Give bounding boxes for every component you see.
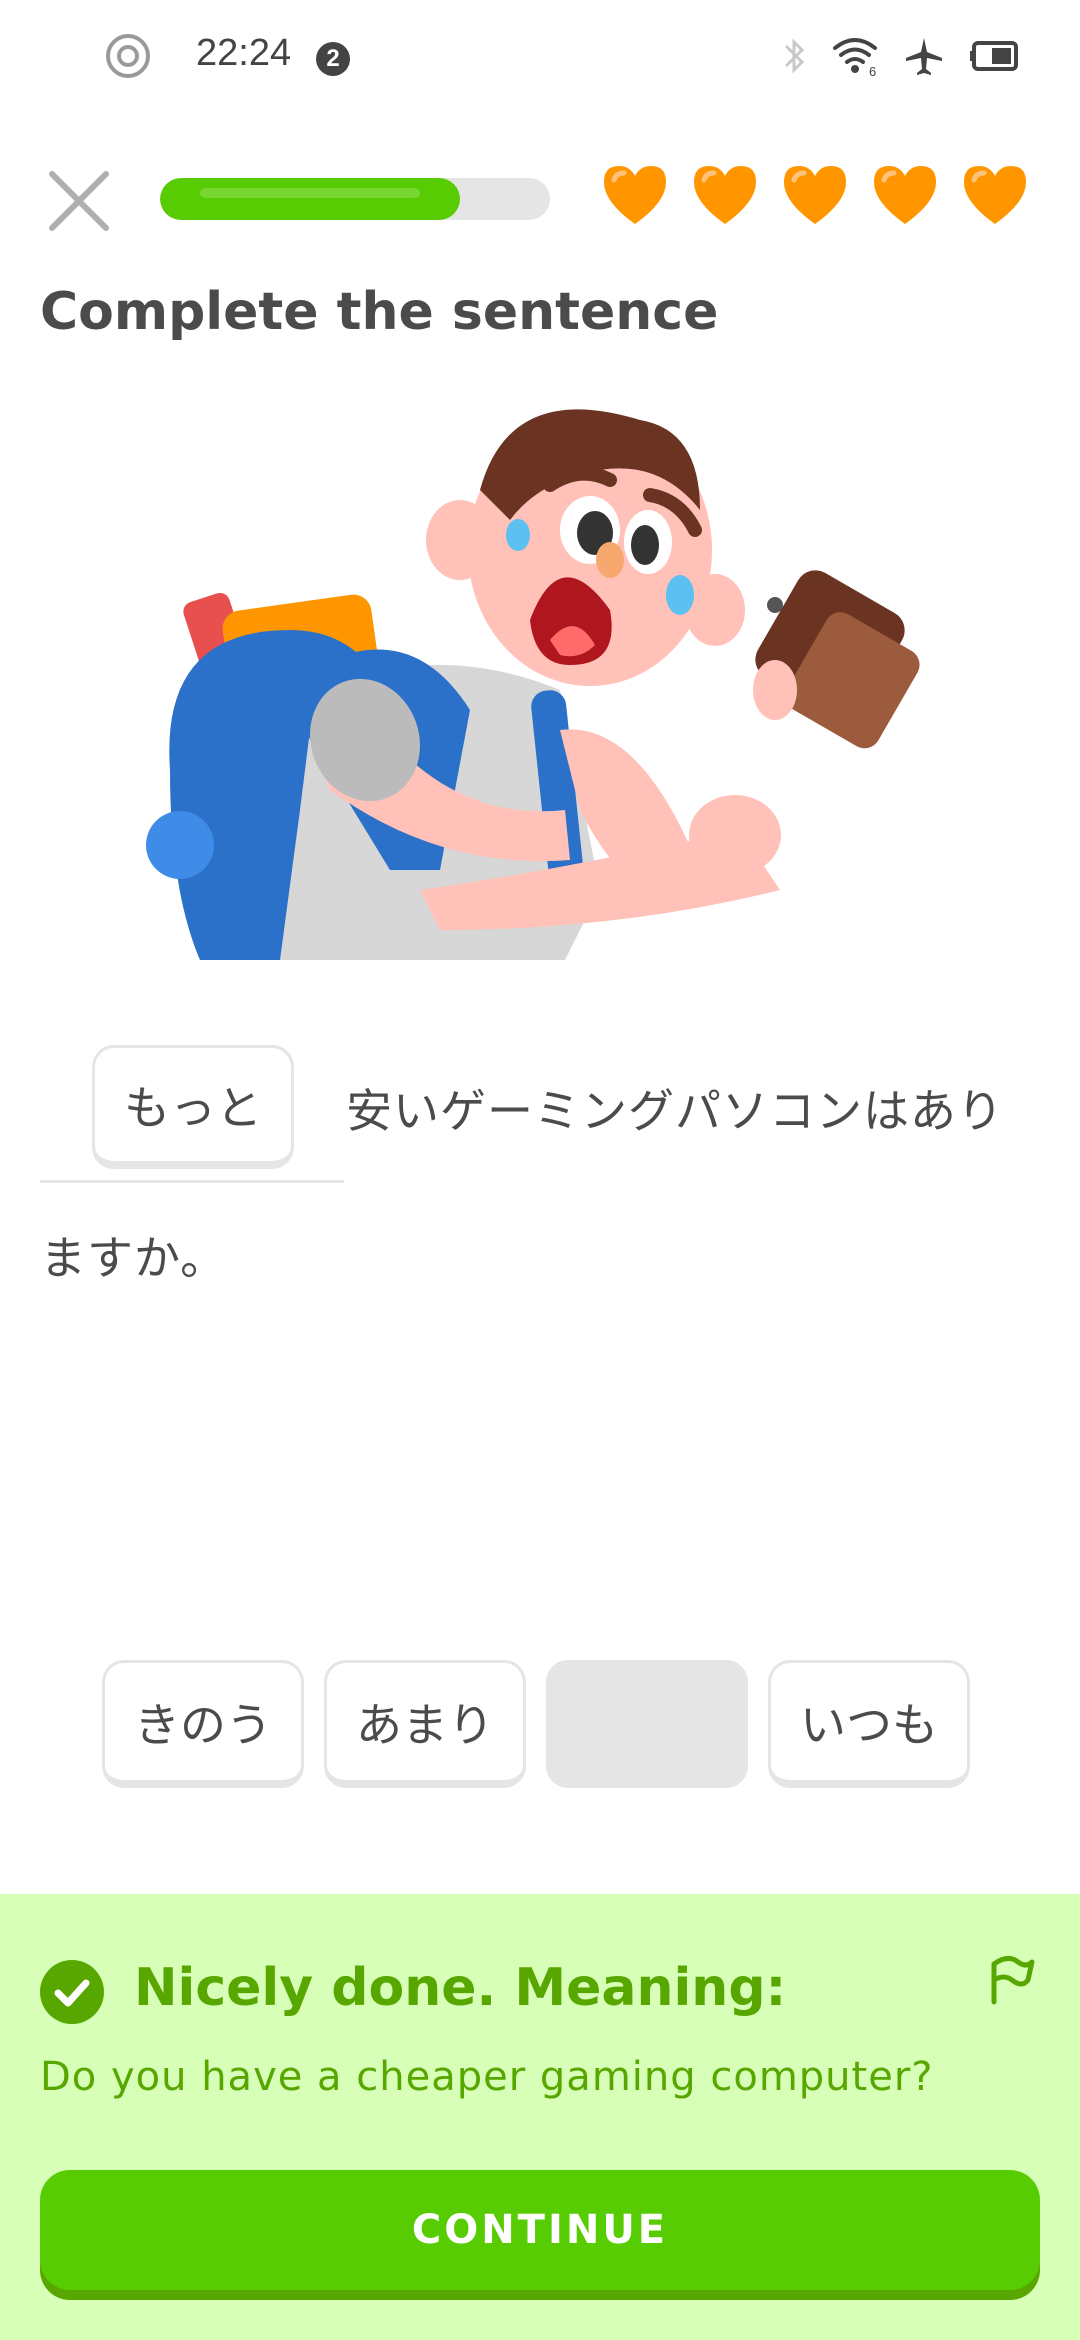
battery-icon xyxy=(970,41,1018,71)
status-icons: 6 xyxy=(782,36,1020,76)
page-title: Complete the sentence xyxy=(40,282,719,342)
hearts xyxy=(600,164,1030,226)
word-chip[interactable]: きのう xyxy=(102,1660,304,1788)
crying-student-illustration xyxy=(146,409,920,960)
status-bar: 22:24 2 6 xyxy=(0,0,1080,120)
word-bank: きのう あまり いつも xyxy=(102,1660,970,1788)
airplane-icon xyxy=(906,38,942,75)
report-flag-icon[interactable] xyxy=(984,1950,1036,2006)
bluetooth-icon xyxy=(784,38,805,74)
word-chip-placeholder xyxy=(546,1660,748,1788)
circle-icon xyxy=(106,34,150,78)
feedback-heading: Nicely done. Meaning: xyxy=(134,1958,787,2018)
word-chip[interactable]: あまり xyxy=(324,1660,526,1788)
heart-icon xyxy=(874,166,936,224)
wifi-label: 6 xyxy=(869,64,876,76)
feedback-panel: Nicely done. Meaning: Do you have a chea… xyxy=(0,1894,1080,2340)
status-time: 22:24 xyxy=(196,32,292,74)
feedback-meaning: Do you have a cheaper gaming computer? xyxy=(40,2054,934,2100)
heart-icon xyxy=(604,166,666,224)
heart-icon xyxy=(694,166,756,224)
progress-bar xyxy=(160,178,550,220)
close-button[interactable] xyxy=(44,166,114,236)
progress-shine xyxy=(200,188,420,198)
progress-fill xyxy=(160,178,461,220)
heart-icon xyxy=(964,166,1026,224)
sentence-text-line1: 安いゲーミングパソコンはあり xyxy=(346,1084,1004,1138)
word-chip[interactable]: いつも xyxy=(768,1660,970,1788)
selected-answer-chip[interactable]: もっと xyxy=(92,1045,294,1169)
close-icon xyxy=(49,171,109,231)
heart-icon xyxy=(784,166,846,224)
continue-button[interactable]: CONTINUE xyxy=(40,2170,1040,2290)
wifi-icon: 6 xyxy=(833,38,877,76)
notification-count-badge: 2 xyxy=(316,42,350,76)
sentence-text-line2: ますか。 xyxy=(40,1231,228,1285)
checkmark-icon xyxy=(40,1960,104,2024)
